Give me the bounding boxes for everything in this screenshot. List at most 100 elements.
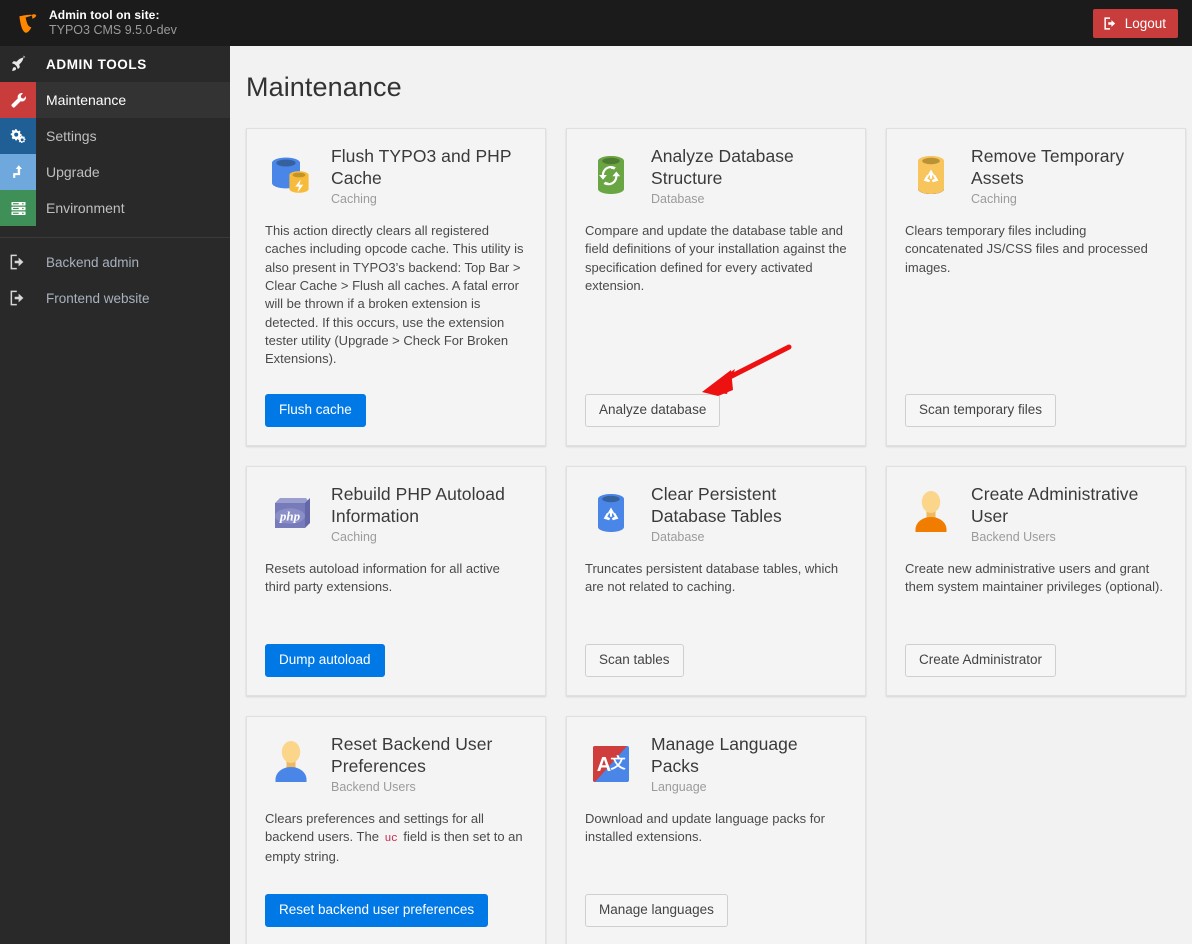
card-analyze-database: Analyze Database Structure Database Comp… bbox=[566, 128, 866, 446]
sidebar-link-frontend-website[interactable]: Frontend website bbox=[0, 280, 230, 316]
card-title: Rebuild PHP Autoload Information bbox=[331, 484, 505, 527]
upgrade-arrow-icon bbox=[0, 154, 36, 190]
card-actions: Dump autoload bbox=[265, 644, 527, 677]
create-administrator-button[interactable]: Create Administrator bbox=[905, 644, 1057, 677]
sidebar-item-maintenance[interactable]: Maintenance bbox=[0, 82, 230, 118]
database-recycle-yellow-icon bbox=[905, 149, 957, 201]
card-reset-backend-user-preferences: Reset Backend User Preferences Backend U… bbox=[246, 716, 546, 944]
page-title: Maintenance bbox=[246, 72, 402, 102]
card-title-block: Clear Persistent Database Tables Databas… bbox=[651, 483, 847, 544]
card-category: Caching bbox=[331, 530, 377, 545]
card-category: Database bbox=[651, 530, 705, 545]
logout-label: Logout bbox=[1124, 15, 1166, 31]
brand-title-line1: Admin tool on site: bbox=[49, 8, 160, 23]
sidebar-header-admin-tools: ADMIN TOOLS bbox=[0, 46, 230, 82]
sidebar-item-settings[interactable]: Settings bbox=[0, 118, 230, 154]
card-header: php Rebuild PHP Autoload Information Cac… bbox=[265, 483, 527, 544]
card-title: Create Administrative User bbox=[971, 484, 1139, 527]
admin-tool-window: Admin tool on site: TYPO3 CMS 9.5.0-dev … bbox=[0, 0, 1192, 944]
card-rebuild-php-autoload: php Rebuild PHP Autoload Information Cac… bbox=[246, 466, 546, 696]
card-header: A 文 Manage Language Packs Language bbox=[585, 733, 847, 794]
user-blue-icon bbox=[265, 737, 317, 789]
inline-code-uc: uc bbox=[384, 833, 398, 846]
card-title-block: Flush TYPO3 and PHP Cache Caching bbox=[331, 145, 527, 206]
card-title: Remove Temporary Assets bbox=[971, 146, 1125, 189]
analyze-database-button[interactable]: Analyze database bbox=[585, 394, 721, 427]
svg-text:文: 文 bbox=[610, 754, 626, 772]
user-orange-icon bbox=[905, 487, 957, 539]
card-create-administrative-user: Create Administrative User Backend Users… bbox=[886, 466, 1186, 696]
scan-temporary-files-button[interactable]: Scan temporary files bbox=[905, 394, 1057, 427]
card-title: Manage Language Packs bbox=[651, 734, 798, 777]
card-description: This action directly clears all register… bbox=[265, 223, 524, 367]
card-category: Caching bbox=[971, 192, 1017, 207]
card-description: Clears temporary files including concate… bbox=[905, 223, 1148, 275]
card-header: Remove Temporary Assets Caching bbox=[905, 145, 1167, 206]
exit-icon bbox=[0, 244, 36, 280]
card-category: Caching bbox=[331, 192, 377, 207]
sidebar-item-environment[interactable]: Environment bbox=[0, 190, 230, 226]
database-recycle-blue-icon bbox=[585, 487, 637, 539]
wrench-icon bbox=[0, 82, 36, 118]
server-icon bbox=[0, 190, 36, 226]
card-title: Reset Backend User Preferences bbox=[331, 734, 493, 777]
sidebar-item-upgrade[interactable]: Upgrade bbox=[0, 154, 230, 190]
card-actions: Reset backend user preferences bbox=[265, 894, 527, 927]
card-title: Analyze Database Structure bbox=[651, 146, 794, 189]
card-header: Flush TYPO3 and PHP Cache Caching bbox=[265, 145, 527, 206]
card-title-block: Reset Backend User Preferences Backend U… bbox=[331, 733, 527, 794]
card-header: Clear Persistent Database Tables Databas… bbox=[585, 483, 847, 544]
svg-text:A: A bbox=[597, 754, 611, 776]
card-category: Language bbox=[651, 780, 707, 795]
card-description: Download and update language packs for i… bbox=[585, 811, 825, 845]
card-description: Compare and update the database table an… bbox=[585, 223, 847, 294]
dump-autoload-button[interactable]: Dump autoload bbox=[265, 644, 385, 677]
card-title: Flush TYPO3 and PHP Cache bbox=[331, 146, 512, 189]
card-actions: Analyze database bbox=[585, 394, 847, 427]
flush-cache-button[interactable]: Flush cache bbox=[265, 394, 366, 427]
card-actions: Create Administrator bbox=[905, 644, 1167, 677]
card-description-rich: Clears preferences and settings for all … bbox=[265, 810, 527, 866]
cache-database-bolt-icon bbox=[265, 149, 317, 201]
card-category: Database bbox=[651, 192, 705, 207]
card-actions: Scan temporary files bbox=[905, 394, 1167, 427]
brand-title-line2: TYPO3 CMS 9.5.0-dev bbox=[49, 22, 177, 37]
gears-icon bbox=[0, 118, 36, 154]
card-category: Backend Users bbox=[971, 530, 1056, 545]
sidebar: ADMIN TOOLS Maintenance Settings Upgrade… bbox=[0, 46, 230, 944]
card-clear-persistent-tables: Clear Persistent Database Tables Databas… bbox=[566, 466, 866, 696]
sidebar-item-label: Maintenance bbox=[46, 92, 127, 108]
rocket-icon bbox=[0, 46, 36, 82]
card-title-block: Analyze Database Structure Database bbox=[651, 145, 847, 206]
database-sync-icon bbox=[585, 149, 637, 201]
card-title: Clear Persistent Database Tables bbox=[651, 484, 782, 527]
language-translate-icon: A 文 bbox=[585, 737, 637, 789]
topbar: Admin tool on site: TYPO3 CMS 9.5.0-dev … bbox=[0, 0, 1192, 46]
logout-icon bbox=[1103, 16, 1118, 31]
card-actions: Flush cache bbox=[265, 394, 527, 427]
sidebar-link-label: Frontend website bbox=[46, 290, 150, 306]
scan-tables-button[interactable]: Scan tables bbox=[585, 644, 684, 677]
manage-languages-button[interactable]: Manage languages bbox=[585, 894, 728, 927]
sidebar-header-label: ADMIN TOOLS bbox=[46, 56, 147, 72]
sidebar-divider bbox=[0, 237, 230, 238]
card-actions: Scan tables bbox=[585, 644, 847, 677]
logout-button[interactable]: Logout bbox=[1092, 8, 1178, 38]
brand: Admin tool on site: TYPO3 CMS 9.5.0-dev bbox=[0, 8, 177, 38]
brand-text: Admin tool on site: TYPO3 CMS 9.5.0-dev bbox=[49, 8, 177, 38]
card-header: Reset Backend User Preferences Backend U… bbox=[265, 733, 527, 794]
card-title-block: Manage Language Packs Language bbox=[651, 733, 847, 794]
maintenance-card-grid: Flush TYPO3 and PHP Cache Caching This a… bbox=[230, 103, 1192, 944]
card-description: Create new administrative users and gran… bbox=[905, 561, 1163, 595]
exit-icon bbox=[0, 280, 36, 316]
card-flush-cache: Flush TYPO3 and PHP Cache Caching This a… bbox=[246, 128, 546, 446]
sidebar-item-label: Upgrade bbox=[46, 164, 100, 180]
card-header: Create Administrative User Backend Users bbox=[905, 483, 1167, 544]
card-description: Truncates persistent database tables, wh… bbox=[585, 561, 839, 595]
sidebar-item-label: Settings bbox=[46, 128, 97, 144]
reset-backend-user-preferences-button[interactable]: Reset backend user preferences bbox=[265, 894, 489, 927]
sidebar-link-backend-admin[interactable]: Backend admin bbox=[0, 244, 230, 280]
php-box-icon: php bbox=[265, 487, 317, 539]
card-category: Backend Users bbox=[331, 780, 416, 795]
card-title-block: Rebuild PHP Autoload Information Caching bbox=[331, 483, 527, 544]
